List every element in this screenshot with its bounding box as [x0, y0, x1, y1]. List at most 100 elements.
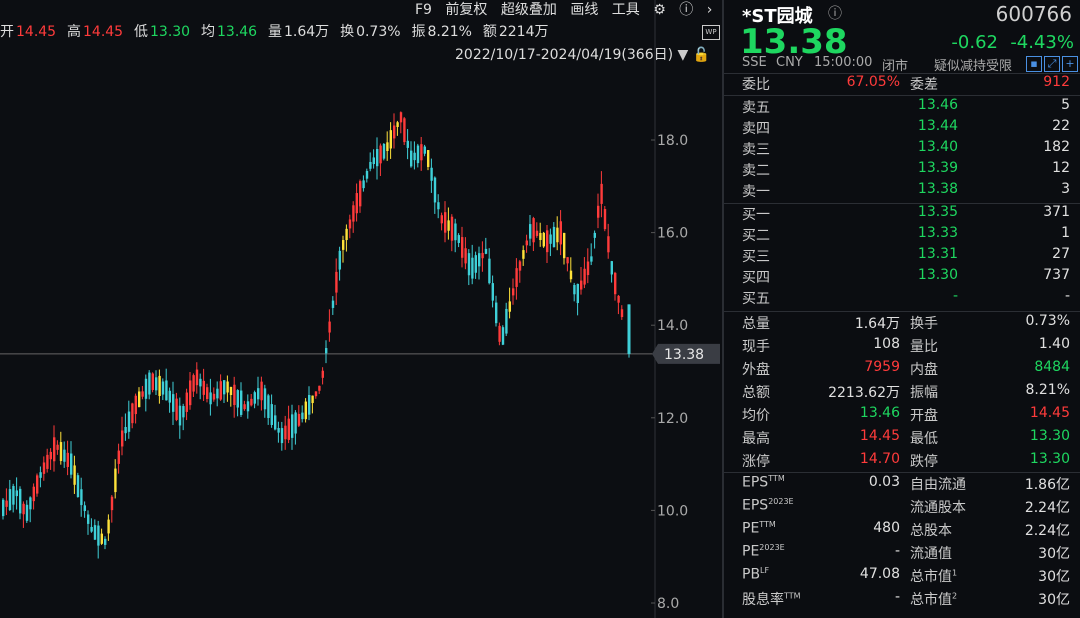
fund-label-text: PE: [742, 520, 760, 537]
stat-label: 振幅: [910, 385, 938, 401]
candle-body: [90, 526, 93, 532]
candle-body: [603, 209, 607, 230]
candle-body: [226, 381, 229, 393]
stat-value: 13.46: [859, 405, 900, 421]
stat-value: 108: [873, 336, 900, 352]
menu-adjust[interactable]: 前复权: [445, 2, 487, 18]
menu-draw[interactable]: 画线: [570, 2, 598, 18]
candle-body: [240, 390, 243, 415]
committee-row: 委比 67.05% 委差 912: [724, 74, 1080, 96]
expand-icon[interactable]: ⤢: [1044, 56, 1060, 72]
candle-body: [202, 380, 205, 395]
candle-body: [396, 122, 399, 127]
fund-label: PBLF: [742, 566, 769, 583]
menu-f9[interactable]: F9: [415, 2, 432, 18]
fund-label-text: 股息率: [742, 592, 784, 608]
kline-chart[interactable]: 18.0 16.0 14.0 12.0 10.0 8.0 13.38: [0, 0, 722, 618]
ask-volume: 182: [1043, 139, 1070, 155]
candle-body: [617, 295, 620, 303]
candle-body: [304, 401, 307, 420]
fund-value: -: [894, 543, 900, 559]
candle-body: [474, 255, 477, 273]
settings-gear-icon[interactable]: ⚙: [653, 2, 666, 18]
candle-body: [100, 533, 103, 544]
stat-label: 最低: [910, 431, 938, 447]
help-icon[interactable]: ⓘ: [679, 2, 693, 18]
kline-chart-area[interactable]: 18.0 16.0 14.0 12.0 10.0 8.0 13.38 开 14.45 高 14.…: [0, 0, 732, 618]
candle-body: [206, 387, 209, 400]
committee-diff-label: 委差: [910, 77, 938, 93]
candle-body: [219, 381, 222, 400]
stat-label: 跌停: [910, 454, 938, 470]
stat-value: 13.30: [1029, 428, 1070, 444]
candle-body: [389, 130, 392, 149]
stat-value: 1.40: [1038, 336, 1070, 352]
candle-body: [246, 401, 250, 412]
candle-body: [189, 380, 192, 406]
candle-body: [590, 256, 593, 262]
date-range-selector[interactable]: 2022/10/17-2024/04/19(366日) ▼ 🔓: [455, 44, 710, 64]
candle-body: [433, 177, 437, 203]
candle-body: [87, 514, 90, 524]
candle-body: [172, 394, 175, 412]
candle-body: [53, 437, 56, 462]
stat-value: 13.30: [1029, 451, 1070, 467]
stat-value: 8484: [1034, 359, 1070, 375]
fund-value: 0.03: [868, 474, 900, 490]
candle-body: [457, 235, 460, 243]
candle-body: [148, 372, 151, 395]
candle-body: [620, 309, 624, 318]
candle-body: [488, 258, 491, 284]
candle-body: [464, 248, 467, 264]
candle-body: [161, 381, 165, 395]
stat-label: 量比: [910, 339, 938, 355]
candle-body: [134, 395, 137, 415]
restriction-note: 疑似减持受限: [934, 59, 1013, 74]
candle-body: [155, 377, 158, 391]
candle-body: [22, 503, 25, 515]
fund-label: 流通股本: [910, 497, 966, 517]
committee-ratio-label: 委比: [742, 77, 770, 93]
fund-label-text: 流通股本: [910, 500, 966, 516]
stat-row: 均价 13.46 开盘 14.45: [724, 405, 1080, 427]
stat-label: 总量: [742, 316, 770, 332]
fund-label-sup: TTM: [768, 474, 785, 483]
menu-overlay[interactable]: 超级叠加: [501, 2, 557, 18]
fund-label-sup: 1: [952, 568, 958, 578]
stat-row: 涨停 14.70 跌停 13.30: [724, 451, 1080, 473]
add-icon[interactable]: +: [1062, 56, 1078, 72]
candle-body: [437, 202, 440, 210]
dropdown-triangle-icon[interactable]: ▼: [678, 47, 689, 63]
chart-icon[interactable]: ▪: [1026, 56, 1042, 72]
candle-body: [403, 118, 406, 143]
candle-body: [328, 321, 331, 333]
date-range-text: 2022/10/17-2024/04/19(366日): [455, 47, 674, 63]
lock-icon[interactable]: 🔓: [693, 47, 710, 63]
low-label: 低: [134, 24, 148, 40]
menu-tools[interactable]: 工具: [612, 2, 640, 18]
fund-label: 总股本: [910, 520, 952, 540]
candle-body: [505, 308, 508, 334]
fundamental-row: 股息率TTM - 总市值2 30亿: [724, 589, 1080, 611]
candle-body: [274, 415, 277, 430]
candle-body: [291, 414, 294, 438]
ask-row: 卖一 13.38 3: [724, 181, 1080, 203]
wp-icon[interactable]: WP: [702, 25, 720, 40]
ask-volume: 3: [1061, 181, 1070, 197]
chevron-right-icon[interactable]: ›: [707, 2, 713, 18]
stat-row: 外盘 7959 内盘 8484: [724, 359, 1080, 381]
candle-body: [376, 148, 379, 167]
fund-value: -: [894, 589, 900, 605]
candle-body: [2, 499, 5, 517]
candle-body: [583, 268, 586, 285]
candle-body: [552, 226, 556, 248]
info-icon[interactable]: ⓘ: [828, 3, 842, 23]
candle-body: [338, 250, 341, 270]
candle-body: [471, 257, 474, 279]
candle-body: [559, 221, 562, 245]
bid-row: 买二 13.33 1: [724, 225, 1080, 247]
fund-label-text: 总市值: [910, 592, 952, 608]
candle-body: [250, 398, 253, 406]
candle-body: [512, 288, 515, 296]
candle-body: [32, 486, 35, 502]
